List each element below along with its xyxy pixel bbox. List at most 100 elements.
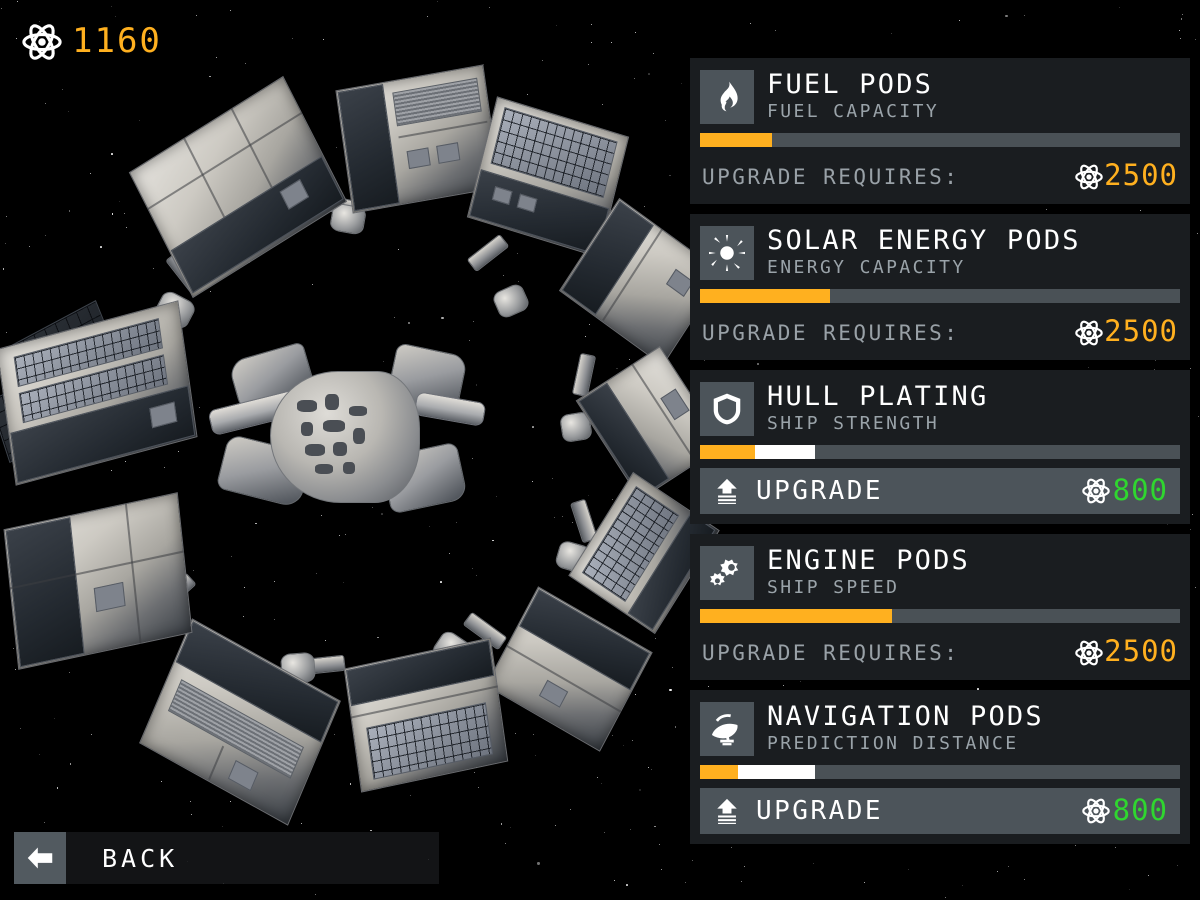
- currency-amount: 1160: [72, 20, 162, 61]
- star: [891, 32, 892, 34]
- star: [1075, 845, 1077, 847]
- sun-icon: [700, 226, 754, 280]
- upgrade-panel-engine-pods[interactable]: ENGINE PODS SHIP SPEED UPGRADE REQUIRES:…: [690, 534, 1190, 680]
- star: [1176, 864, 1178, 866]
- cost-display: 2500: [1075, 317, 1178, 348]
- panel-titles: SOLAR ENERGY PODS ENERGY CAPACITY: [767, 226, 1081, 280]
- upgrade-button[interactable]: UPGRADE 800: [700, 468, 1180, 514]
- shield-icon: [700, 382, 754, 436]
- panel-subtitle: SHIP STRENGTH: [767, 413, 940, 435]
- progress-track: [700, 289, 1180, 303]
- cost-display: 800: [1082, 792, 1168, 827]
- star: [1007, 866, 1009, 868]
- solar-pod: [0, 300, 198, 486]
- panel-subtitle: SHIP SPEED: [767, 577, 900, 599]
- requires-label: UPGRADE REQUIRES:: [702, 640, 960, 665]
- back-button-label: BACK: [66, 832, 439, 884]
- atom-icon: [1075, 163, 1103, 191]
- upgrade-arrow-icon: [714, 476, 740, 506]
- star: [740, 881, 742, 882]
- panel-title: HULL PLATING: [767, 381, 989, 412]
- progress-preview: [755, 445, 816, 459]
- star: [1180, 18, 1183, 20]
- star: [1180, 37, 1181, 39]
- upgrade-button-label: UPGRADE: [756, 476, 884, 506]
- star: [743, 866, 745, 868]
- upgrade-panel-solar-energy-pods[interactable]: SOLAR ENERGY PODS ENERGY CAPACITY UPGRAD…: [690, 214, 1190, 360]
- star: [945, 896, 947, 898]
- requires-label: UPGRADE REQUIRES:: [702, 320, 960, 345]
- pod-joint: [490, 281, 532, 321]
- star: [691, 860, 693, 862]
- panel-titles: ENGINE PODS SHIP SPEED: [767, 546, 970, 600]
- star: [907, 869, 909, 870]
- star: [1197, 416, 1199, 417]
- atom-icon: [1075, 319, 1103, 347]
- star: [1118, 7, 1120, 8]
- panel-titles: NAVIGATION PODS PREDICTION DISTANCE: [767, 702, 1044, 756]
- progress-preview: [738, 765, 816, 779]
- star: [1024, 15, 1026, 17]
- pod-connector: [466, 233, 510, 273]
- star: [1182, 13, 1184, 15]
- spaceship-viewport[interactable]: [0, 0, 725, 900]
- cargo-pod: [139, 618, 341, 826]
- star: [1178, 29, 1180, 31]
- core-hull: [207, 341, 487, 530]
- panel-header: NAVIGATION PODS PREDICTION DISTANCE: [700, 700, 1180, 756]
- panel-title: FUEL PODS: [767, 69, 934, 100]
- progress-track: [700, 445, 1180, 459]
- cost-value: 2500: [1104, 158, 1178, 192]
- panel-title: ENGINE PODS: [767, 545, 971, 576]
- requires-label: UPGRADE REQUIRES:: [702, 164, 960, 189]
- upgrade-panel-list: FUEL PODS FUEL CAPACITY UPGRADE REQUIRES…: [690, 58, 1190, 844]
- satellite-dish-icon: [700, 702, 754, 756]
- star: [749, 22, 751, 24]
- panel-subtitle: ENERGY CAPACITY: [767, 257, 966, 279]
- panel-title: SOLAR ENERGY PODS: [767, 225, 1081, 256]
- star: [774, 29, 776, 31]
- star: [1147, 875, 1149, 877]
- panel-title: NAVIGATION PODS: [767, 701, 1044, 732]
- atom-icon: [1075, 639, 1103, 667]
- cost-value: 800: [1112, 792, 1168, 827]
- cost-display: 800: [1082, 475, 1168, 507]
- upgrade-arrow-icon: [714, 796, 740, 826]
- star: [1192, 513, 1194, 515]
- upgrade-panel-navigation-pods[interactable]: NAVIGATION PODS PREDICTION DISTANCE UPGR…: [690, 690, 1190, 844]
- upgrade-panel-fuel-pods[interactable]: FUEL PODS FUEL CAPACITY UPGRADE REQUIRES…: [690, 58, 1190, 204]
- star: [731, 846, 732, 848]
- star: [962, 885, 964, 886]
- atom-icon: [22, 22, 62, 62]
- upgrade-screen: 1160 BACK FUEL PODS FUEL CAPACITY UPGRAD…: [0, 0, 1200, 900]
- panel-header: FUEL PODS FUEL CAPACITY: [700, 68, 1180, 124]
- cost-value: 2500: [1104, 314, 1178, 348]
- progress-current: [700, 289, 830, 303]
- cost-value: 2500: [1104, 634, 1178, 668]
- panel-header: ENGINE PODS SHIP SPEED: [700, 544, 1180, 600]
- star: [1197, 233, 1199, 235]
- panel-header: HULL PLATING SHIP STRENGTH: [700, 380, 1180, 436]
- star: [1195, 587, 1197, 588]
- cargo-pod: [128, 75, 348, 299]
- back-button[interactable]: BACK: [14, 832, 439, 884]
- solar-pod: [343, 637, 509, 793]
- star: [997, 871, 999, 873]
- star: [1005, 14, 1008, 18]
- currency-counter: 1160: [22, 22, 162, 62]
- panel-titles: HULL PLATING SHIP STRENGTH: [767, 382, 988, 436]
- cargo-pod: [3, 492, 193, 670]
- progress-current: [700, 765, 739, 779]
- upgrade-panel-hull-plating[interactable]: HULL PLATING SHIP STRENGTH UPGRADE 800: [690, 370, 1190, 524]
- upgrade-button[interactable]: UPGRADE 800: [700, 788, 1180, 834]
- panel-subtitle: FUEL CAPACITY: [767, 101, 940, 123]
- progress-current: [700, 609, 892, 623]
- cost-display: 2500: [1075, 161, 1178, 192]
- star: [1195, 38, 1197, 40]
- panel-titles: FUEL PODS FUEL CAPACITY: [767, 70, 939, 124]
- upgrade-requirement: UPGRADE REQUIRES: 2500: [700, 161, 1180, 194]
- panel-subtitle: PREDICTION DISTANCE: [767, 733, 1019, 755]
- star: [1023, 878, 1025, 880]
- upgrade-requirement: UPGRADE REQUIRES: 2500: [700, 637, 1180, 670]
- cost-display: 2500: [1075, 637, 1178, 668]
